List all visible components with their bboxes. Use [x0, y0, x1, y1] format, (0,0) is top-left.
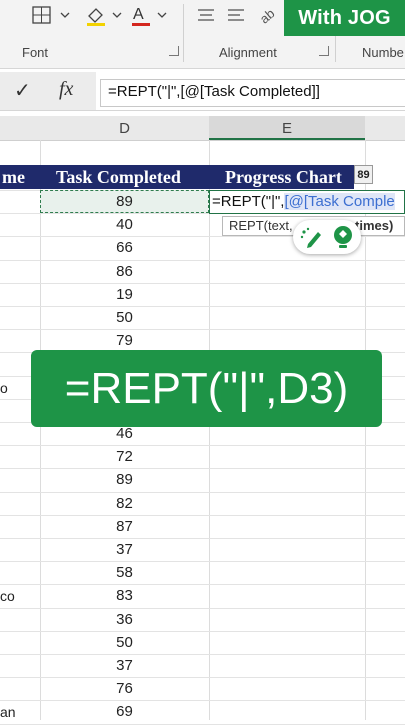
- watermark-badge: With JOG: [284, 0, 405, 36]
- table-cell-task-completed[interactable]: 58: [40, 561, 209, 584]
- table-cell-task-completed[interactable]: 19: [40, 283, 209, 306]
- table-cell-name-fragment[interactable]: [0, 654, 40, 677]
- grid-line: [209, 140, 210, 720]
- align-lines-icon[interactable]: [226, 4, 246, 26]
- table-cell-name-fragment[interactable]: [0, 236, 40, 259]
- table-cell-name-fragment[interactable]: [0, 445, 40, 468]
- table-cell-name-fragment[interactable]: [0, 260, 40, 283]
- table-cell-name-fragment[interactable]: [0, 190, 40, 213]
- table-cell-task-completed[interactable]: 37: [40, 654, 209, 677]
- chevron-down-icon[interactable]: [112, 4, 122, 26]
- table-cell-name-fragment[interactable]: [0, 608, 40, 631]
- table-cell-task-completed[interactable]: 79: [40, 329, 209, 352]
- ribbon-group-label: Alignment: [219, 45, 277, 60]
- dialog-launcher-icon[interactable]: [319, 46, 329, 56]
- table-cell-name-fragment[interactable]: [0, 492, 40, 515]
- ribbon-group-label: Numbe: [362, 45, 404, 60]
- value-tooltip: 89: [354, 165, 373, 184]
- table-cell-task-completed[interactable]: 83: [40, 584, 209, 607]
- table-cell-task-completed[interactable]: 82: [40, 492, 209, 515]
- edit-cell-ref: [@[Task Comple: [284, 193, 395, 210]
- column-header-d[interactable]: D: [40, 116, 209, 140]
- table-cell-name-fragment[interactable]: [0, 677, 40, 700]
- sparkle-pencil-icon[interactable]: [300, 227, 321, 248]
- edit-cell-prefix: =REPT("|",: [212, 193, 285, 210]
- table-cell-task-completed[interactable]: 72: [40, 445, 209, 468]
- table-cell-name-fragment[interactable]: [0, 213, 40, 236]
- table-cell-name-fragment[interactable]: [0, 283, 40, 306]
- table-cell-task-completed[interactable]: 36: [40, 608, 209, 631]
- table-cell-name-fragment[interactable]: [0, 468, 40, 491]
- lightbulb-icon[interactable]: [334, 226, 352, 248]
- table-cell-task-completed[interactable]: 89: [40, 468, 209, 491]
- table-cell-name-fragment[interactable]: [0, 538, 40, 561]
- table-cell-name-fragment[interactable]: [0, 306, 40, 329]
- table-cell-task-completed[interactable]: 50: [40, 631, 209, 654]
- table-header-task-completed[interactable]: Task Completed: [56, 165, 181, 189]
- fill-color-icon[interactable]: [84, 4, 108, 26]
- table-cell-task-completed[interactable]: 87: [40, 515, 209, 538]
- svg-text:A: A: [133, 6, 144, 23]
- orientation-icon[interactable]: ab: [258, 4, 280, 26]
- table-cell-task-completed[interactable]: 76: [40, 677, 209, 700]
- table-cell-task-completed[interactable]: 66: [40, 236, 209, 259]
- table-cell-task-completed[interactable]: 40: [40, 213, 209, 236]
- copilot-pill[interactable]: [293, 220, 361, 254]
- table-cell-name-fragment[interactable]: co: [0, 584, 40, 607]
- ribbon-group-label: Font: [22, 45, 49, 60]
- table-cell-name-fragment[interactable]: [0, 329, 40, 352]
- formula-text: =REPT("|",[@[Task Completed]]: [108, 83, 320, 100]
- function-tooltip-text[interactable]: REPT(text,: [229, 218, 293, 233]
- svg-text:ab: ab: [258, 6, 277, 26]
- chevron-down-icon[interactable]: [157, 4, 167, 26]
- font-color-icon[interactable]: A: [130, 4, 152, 26]
- table-header-progress-chart[interactable]: Progress Chart: [225, 165, 342, 189]
- borders-icon[interactable]: [31, 4, 53, 26]
- enter-check-icon[interactable]: ✓: [14, 78, 31, 103]
- chevron-down-icon[interactable]: [60, 4, 70, 26]
- table-cell-task-completed[interactable]: 89: [40, 190, 209, 213]
- align-lines-icon[interactable]: [196, 4, 216, 26]
- dialog-launcher-icon[interactable]: [169, 46, 179, 56]
- table-cell-name-fragment[interactable]: [0, 515, 40, 538]
- table-header-partial: me: [2, 166, 25, 187]
- table-cell-name-fragment[interactable]: [0, 561, 40, 584]
- table-cell-task-completed[interactable]: 37: [40, 538, 209, 561]
- edit-cell-text: =REPT("|",[@[Task Comple: [212, 193, 395, 210]
- insert-function-icon[interactable]: fx: [59, 78, 73, 101]
- ribbon-divider: [183, 4, 184, 62]
- table-cell-task-completed[interactable]: 86: [40, 260, 209, 283]
- formula-overlay-banner: =REPT("|",D3): [31, 350, 382, 427]
- table-cell-task-completed[interactable]: 50: [40, 306, 209, 329]
- column-header-e[interactable]: E: [209, 116, 365, 140]
- table-cell-name-fragment[interactable]: [0, 631, 40, 654]
